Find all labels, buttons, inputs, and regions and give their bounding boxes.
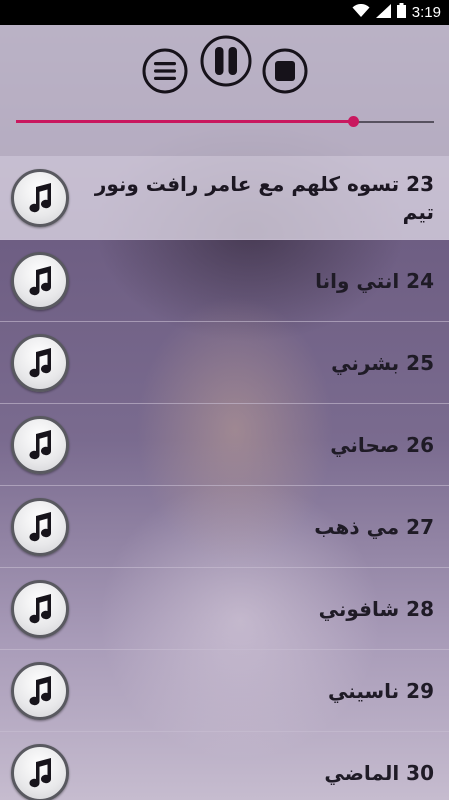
seek-progress-fill <box>16 120 353 123</box>
song-title: 23 تسوه كلهم مع عامر رافت ونور تيم <box>94 171 434 224</box>
song-title: 27 مي ذهب <box>314 514 434 539</box>
music-player-app: 3:19 23 تسوه كلهم مع عامر رافت ونور تيم … <box>0 0 449 800</box>
song-row[interactable]: 24 انتي وانا <box>0 240 449 322</box>
menu-button[interactable] <box>141 47 189 99</box>
status-time: 3:19 <box>411 4 441 21</box>
song-title: 28 شافوني <box>318 596 434 621</box>
signal-icon <box>375 3 391 22</box>
song-row[interactable]: 26 صحاني <box>0 404 449 486</box>
music-note-icon <box>11 661 69 720</box>
music-note-icon <box>11 333 69 392</box>
menu-icon <box>142 48 188 94</box>
song-title: 29 ناسيني <box>327 678 434 703</box>
music-note-icon <box>11 168 69 227</box>
battery-icon <box>396 3 406 22</box>
song-row[interactable]: 30 الماضي <box>0 732 449 800</box>
song-row[interactable]: 29 ناسيني <box>0 650 449 732</box>
song-row[interactable]: 27 مي ذهب <box>0 486 449 568</box>
wifi-icon <box>352 3 370 22</box>
song-row[interactable]: 28 شافوني <box>0 568 449 650</box>
song-row[interactable]: 23 تسوه كلهم مع عامر رافت ونور تيم <box>0 156 449 240</box>
song-title: 30 الماضي <box>324 760 434 785</box>
pause-icon <box>200 35 252 87</box>
pause-button[interactable] <box>199 34 253 92</box>
stop-icon <box>262 48 308 94</box>
music-note-icon <box>11 415 69 474</box>
seek-thumb[interactable] <box>347 116 359 127</box>
song-row[interactable]: 25 بشرني <box>0 322 449 404</box>
stop-button[interactable] <box>261 47 309 99</box>
song-title: 26 صحاني <box>330 432 434 457</box>
music-note-icon <box>11 251 69 310</box>
music-note-icon <box>11 497 69 556</box>
song-list: 23 تسوه كلهم مع عامر رافت ونور تيم 24 ان… <box>0 156 449 800</box>
seek-bar[interactable] <box>16 116 434 130</box>
music-note-icon <box>11 743 69 800</box>
status-bar: 3:19 <box>0 0 449 25</box>
song-title: 25 بشرني <box>331 350 434 375</box>
song-title: 24 انتي وانا <box>315 268 434 293</box>
music-note-icon <box>11 579 69 638</box>
